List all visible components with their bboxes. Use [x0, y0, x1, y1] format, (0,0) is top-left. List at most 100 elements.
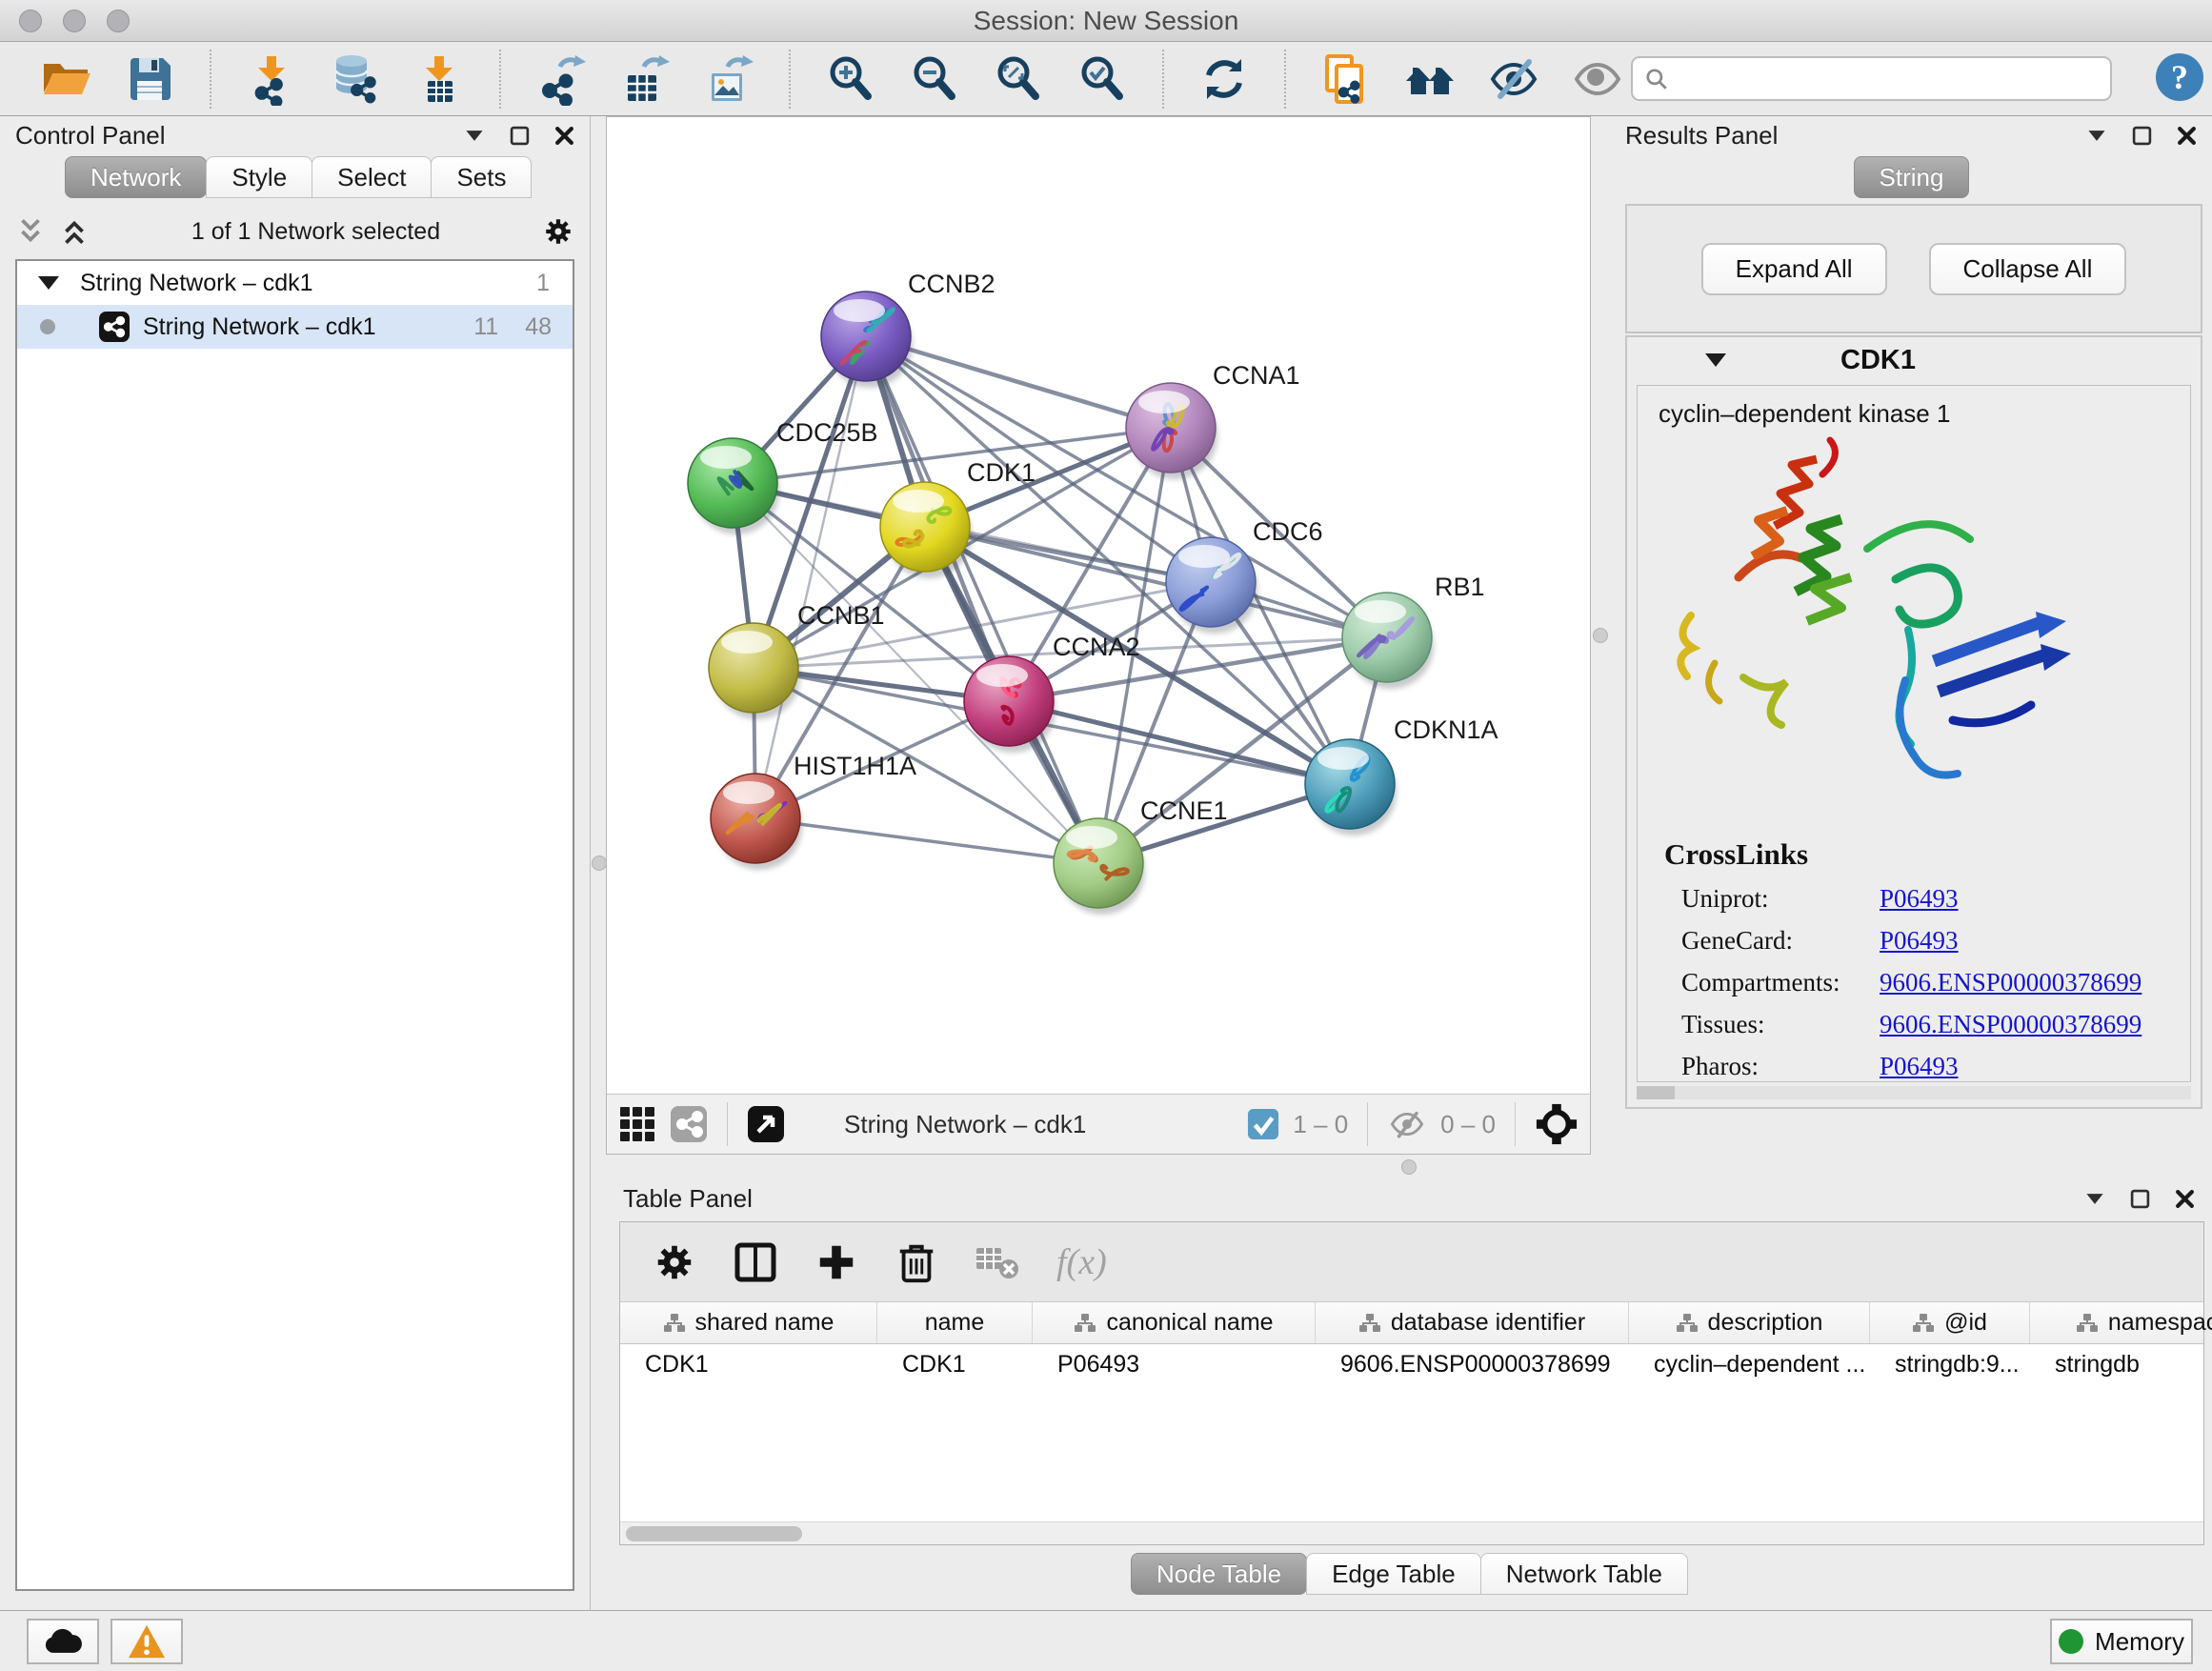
network-node-cdc25b[interactable] — [688, 438, 777, 528]
delete-column-icon[interactable] — [895, 1240, 938, 1284]
network-from-selection-icon[interactable] — [1318, 51, 1374, 107]
panel-float-icon[interactable] — [2132, 126, 2152, 146]
export-network-icon[interactable] — [533, 51, 589, 107]
crosslink-value[interactable]: 9606.ENSP00000378699 — [1880, 968, 2142, 997]
panel-close-icon[interactable] — [554, 126, 574, 146]
panel-menu-icon[interactable] — [2084, 1192, 2105, 1206]
network-node-ccne1[interactable] — [1054, 818, 1143, 908]
crosslink-row: Uniprot:P06493 — [1681, 884, 2190, 914]
grid-view-icon[interactable] — [618, 1105, 656, 1143]
network-node-ccna1[interactable] — [1126, 383, 1216, 473]
open-session-icon[interactable] — [38, 51, 93, 107]
search-input[interactable] — [1677, 65, 2099, 92]
help-button[interactable]: ? — [2156, 53, 2203, 101]
network-node-cdk1[interactable] — [880, 482, 970, 572]
panel-float-icon[interactable] — [510, 126, 530, 146]
birdseye-view-icon[interactable] — [747, 1105, 785, 1143]
collapse-section-icon[interactable] — [1705, 353, 1726, 367]
table-cell: P06493 — [1033, 1344, 1316, 1384]
panel-menu-icon[interactable] — [464, 129, 485, 143]
gear-icon[interactable] — [542, 215, 574, 248]
network-node-ccnb2[interactable] — [821, 292, 911, 381]
crosslink-value[interactable]: P06493 — [1880, 1052, 1959, 1081]
expand-all-button[interactable]: Expand All — [1701, 243, 1887, 295]
show-columns-icon[interactable] — [733, 1239, 778, 1285]
network-node-cdkn1a[interactable] — [1305, 739, 1395, 829]
first-neighbors-icon[interactable] — [1402, 51, 1458, 107]
crosslink-value[interactable]: P06493 — [1880, 926, 1959, 956]
memory-button[interactable]: Memory — [2050, 1619, 2193, 1664]
network-collection-row[interactable]: String Network – cdk1 1 — [17, 261, 573, 305]
tab-network[interactable]: Network — [65, 156, 207, 198]
network-share-view-icon[interactable] — [670, 1105, 708, 1143]
import-table-icon[interactable] — [412, 51, 467, 107]
expand-all-icon[interactable] — [59, 216, 90, 247]
network-row-selected[interactable]: String Network – cdk1 11 48 — [17, 305, 573, 349]
crosslink-label: Pharos: — [1681, 1052, 1880, 1081]
left-splitter-handle[interactable] — [592, 856, 607, 871]
tab-string[interactable]: String — [1854, 156, 1970, 198]
selected-checkbox-icon[interactable] — [1247, 1108, 1279, 1140]
import-network-icon[interactable] — [244, 51, 299, 107]
refresh-icon[interactable] — [1196, 51, 1252, 107]
panel-menu-icon[interactable] — [2086, 129, 2107, 143]
search-box[interactable] — [1631, 56, 2112, 101]
export-table-icon[interactable] — [617, 51, 673, 107]
column-header--id[interactable]: @id — [1870, 1302, 2030, 1343]
node-label-ccna1: CCNA1 — [1213, 361, 1300, 390]
clear-table-icon — [975, 1242, 1020, 1282]
protein-description: cyclin–dependent kinase 1 — [1638, 386, 2190, 429]
show-all-icon[interactable] — [1570, 51, 1625, 107]
window-title: Session: New Session — [0, 0, 2212, 42]
save-session-icon[interactable] — [122, 51, 177, 107]
tab-style[interactable]: Style — [206, 156, 312, 198]
network-node-cdc6[interactable] — [1166, 537, 1256, 627]
column-header-canonical-name[interactable]: canonical name — [1033, 1302, 1316, 1343]
network-view-toolbar: String Network – cdk1 1 – 0 0 – 0 — [607, 1094, 1590, 1154]
crosslink-value[interactable]: P06493 — [1880, 884, 1959, 914]
network-node-hist1h1a[interactable] — [711, 774, 800, 863]
tab-edge-table[interactable]: Edge Table — [1306, 1553, 1481, 1595]
crosslink-row: Tissues:9606.ENSP00000378699 — [1681, 1010, 2190, 1039]
export-image-icon[interactable] — [701, 51, 756, 107]
table-scrollbar[interactable] — [620, 1521, 2203, 1544]
zoom-in-icon[interactable] — [823, 51, 878, 107]
table-settings-gear-icon[interactable] — [653, 1240, 696, 1284]
network-node-ccna2[interactable] — [964, 656, 1054, 746]
column-header-name[interactable]: name — [877, 1302, 1033, 1343]
column-header-database-identifier[interactable]: database identifier — [1316, 1302, 1629, 1343]
collapse-all-button[interactable]: Collapse All — [1929, 243, 2127, 295]
tab-node-table[interactable]: Node Table — [1131, 1553, 1307, 1595]
right-splitter-handle[interactable] — [1593, 628, 1608, 643]
collapse-triangle-icon[interactable] — [38, 276, 59, 290]
import-network-database-icon[interactable] — [328, 51, 383, 107]
collapse-all-icon[interactable] — [15, 216, 46, 247]
panel-close-icon[interactable] — [2177, 126, 2197, 146]
panel-float-icon[interactable] — [2130, 1189, 2150, 1209]
network-status-dot — [40, 319, 55, 334]
zoom-fit-icon[interactable] — [991, 51, 1046, 107]
results-scrollbar[interactable] — [1637, 1086, 2191, 1099]
column-header-description[interactable]: description — [1629, 1302, 1870, 1343]
pan-crosshair-icon[interactable] — [1535, 1102, 1579, 1146]
tab-sets[interactable]: Sets — [431, 156, 532, 198]
table-row[interactable]: CDK1CDK1P064939606.ENSP00000378699cyclin… — [620, 1344, 2203, 1384]
zoom-out-icon[interactable] — [907, 51, 962, 107]
network-canvas[interactable]: CCNB2CCNA1CDC25BCDK1CDC6RB1CCNB1CCNA2CDK… — [607, 117, 1590, 1093]
network-node-ccnb1[interactable] — [709, 623, 798, 713]
crosslink-value[interactable]: 9606.ENSP00000378699 — [1880, 1010, 2142, 1039]
warning-status-button[interactable] — [111, 1619, 183, 1664]
add-column-icon[interactable] — [814, 1240, 858, 1284]
zoom-selected-icon[interactable] — [1075, 51, 1130, 107]
node-label-ccne1: CCNE1 — [1140, 796, 1228, 825]
horizontal-splitter-handle[interactable] — [1401, 1159, 1417, 1175]
panel-close-icon[interactable] — [2175, 1189, 2195, 1209]
hide-selected-icon[interactable] — [1486, 51, 1541, 107]
network-node-rb1[interactable] — [1342, 593, 1432, 682]
tab-network-table[interactable]: Network Table — [1480, 1553, 1688, 1595]
column-header-shared-name[interactable]: shared name — [620, 1302, 877, 1343]
cloud-status-button[interactable] — [27, 1619, 99, 1664]
selected-count: 1 – 0 — [1293, 1110, 1348, 1139]
column-header-namespace[interactable]: namespace — [2030, 1302, 2212, 1343]
tab-select[interactable]: Select — [312, 156, 432, 198]
